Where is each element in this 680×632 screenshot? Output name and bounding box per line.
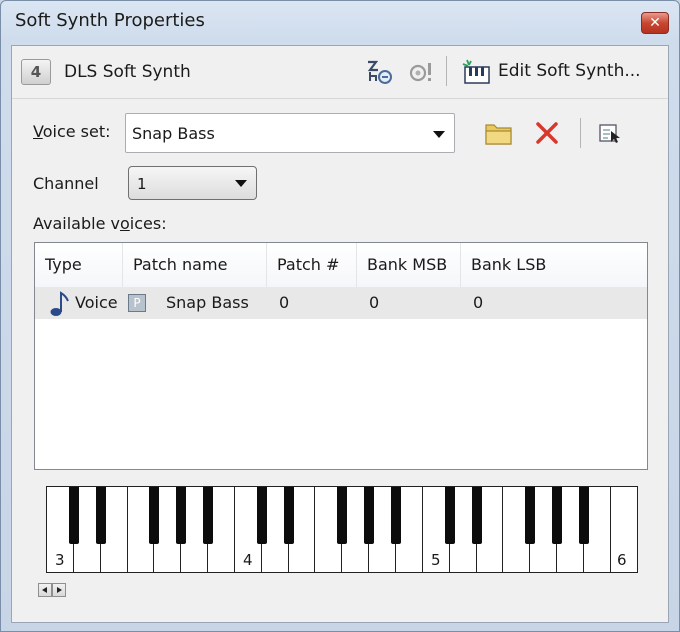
black-key[interactable] xyxy=(68,487,79,544)
piano-keyboard[interactable]: 3 4 5 6 xyxy=(46,486,638,573)
toolbar-separator xyxy=(580,118,581,148)
voice-set-dropdown[interactable]: Snap Bass xyxy=(125,113,455,153)
open-folder-icon[interactable] xyxy=(484,120,514,146)
black-key[interactable] xyxy=(337,487,348,544)
black-key[interactable] xyxy=(525,487,536,544)
window-title: Soft Synth Properties xyxy=(15,10,205,31)
channel-value: 1 xyxy=(137,175,147,193)
column-header-type[interactable]: Type xyxy=(35,243,123,287)
black-key[interactable] xyxy=(444,487,455,544)
black-key[interactable] xyxy=(364,487,375,544)
column-header-patch-number[interactable]: Patch # xyxy=(267,243,357,287)
properties-panel: 4 DLS Soft Synth Edit Soft Synth... Voic… xyxy=(11,45,669,623)
column-header-patch-name[interactable]: Patch name xyxy=(123,243,267,287)
black-key[interactable] xyxy=(471,487,482,544)
music-note-icon xyxy=(50,291,69,316)
scroll-left-button[interactable] xyxy=(38,583,52,597)
black-key[interactable] xyxy=(283,487,294,544)
black-key[interactable] xyxy=(391,487,402,544)
black-key[interactable] xyxy=(579,487,589,544)
voice-set-value: Snap Bass xyxy=(132,124,215,143)
black-key[interactable] xyxy=(256,487,267,544)
octave-label: 4 xyxy=(243,551,253,569)
black-key[interactable] xyxy=(203,487,214,544)
close-button[interactable]: ✕ xyxy=(641,12,669,34)
edit-soft-synth-button[interactable]: Edit Soft Synth... xyxy=(498,61,641,81)
chevron-down-icon xyxy=(235,180,247,187)
octave-label: 5 xyxy=(431,551,441,569)
black-key[interactable] xyxy=(176,487,187,544)
black-key[interactable] xyxy=(149,487,160,544)
channel-dropdown[interactable]: 1 xyxy=(128,166,257,200)
cell-type: Voice xyxy=(75,293,118,312)
voices-list[interactable]: Type Patch name Patch # Bank MSB Bank LS… xyxy=(34,242,648,470)
table-row[interactable]: Voice P Snap Bass 0 0 0 xyxy=(35,287,647,319)
cell-bank-lsb: 0 xyxy=(473,293,484,312)
black-key[interactable] xyxy=(552,487,563,544)
chevron-down-icon xyxy=(433,131,445,138)
synth-toolbar: 4 DLS Soft Synth Edit Soft Synth... xyxy=(12,46,668,99)
delete-icon[interactable] xyxy=(535,121,559,145)
voices-table-header: Type Patch name Patch # Bank MSB Bank LS… xyxy=(35,243,647,288)
synth-name: DLS Soft Synth xyxy=(64,62,191,82)
plugin-settings-icon[interactable] xyxy=(407,58,437,86)
properties-icon[interactable] xyxy=(598,122,622,146)
cell-patch-name: Snap Bass xyxy=(166,293,249,312)
column-header-bank-lsb[interactable]: Bank LSB xyxy=(461,243,647,287)
octave-label: 3 xyxy=(55,551,65,569)
black-key[interactable] xyxy=(95,487,106,544)
synth-module-icon: 4 xyxy=(21,59,51,85)
assign-patches-icon[interactable] xyxy=(364,58,394,86)
cell-bank-msb: 0 xyxy=(369,293,380,312)
title-bar: Soft Synth Properties ✕ xyxy=(1,1,679,41)
edit-synth-icon[interactable] xyxy=(460,58,492,86)
cell-patch-number: 0 xyxy=(279,293,290,312)
scroll-right-button[interactable] xyxy=(52,583,66,597)
toolbar-separator xyxy=(446,56,447,86)
available-voices-label: Available voices: xyxy=(33,214,167,233)
patch-icon: P xyxy=(128,294,146,312)
column-header-bank-msb[interactable]: Bank MSB xyxy=(357,243,461,287)
soft-synth-properties-window: Soft Synth Properties ✕ 4 DLS Soft Synth xyxy=(0,0,680,632)
voice-set-label: Voice set: xyxy=(33,122,111,141)
channel-label: Channel xyxy=(33,174,99,193)
octave-label: 6 xyxy=(617,551,627,569)
